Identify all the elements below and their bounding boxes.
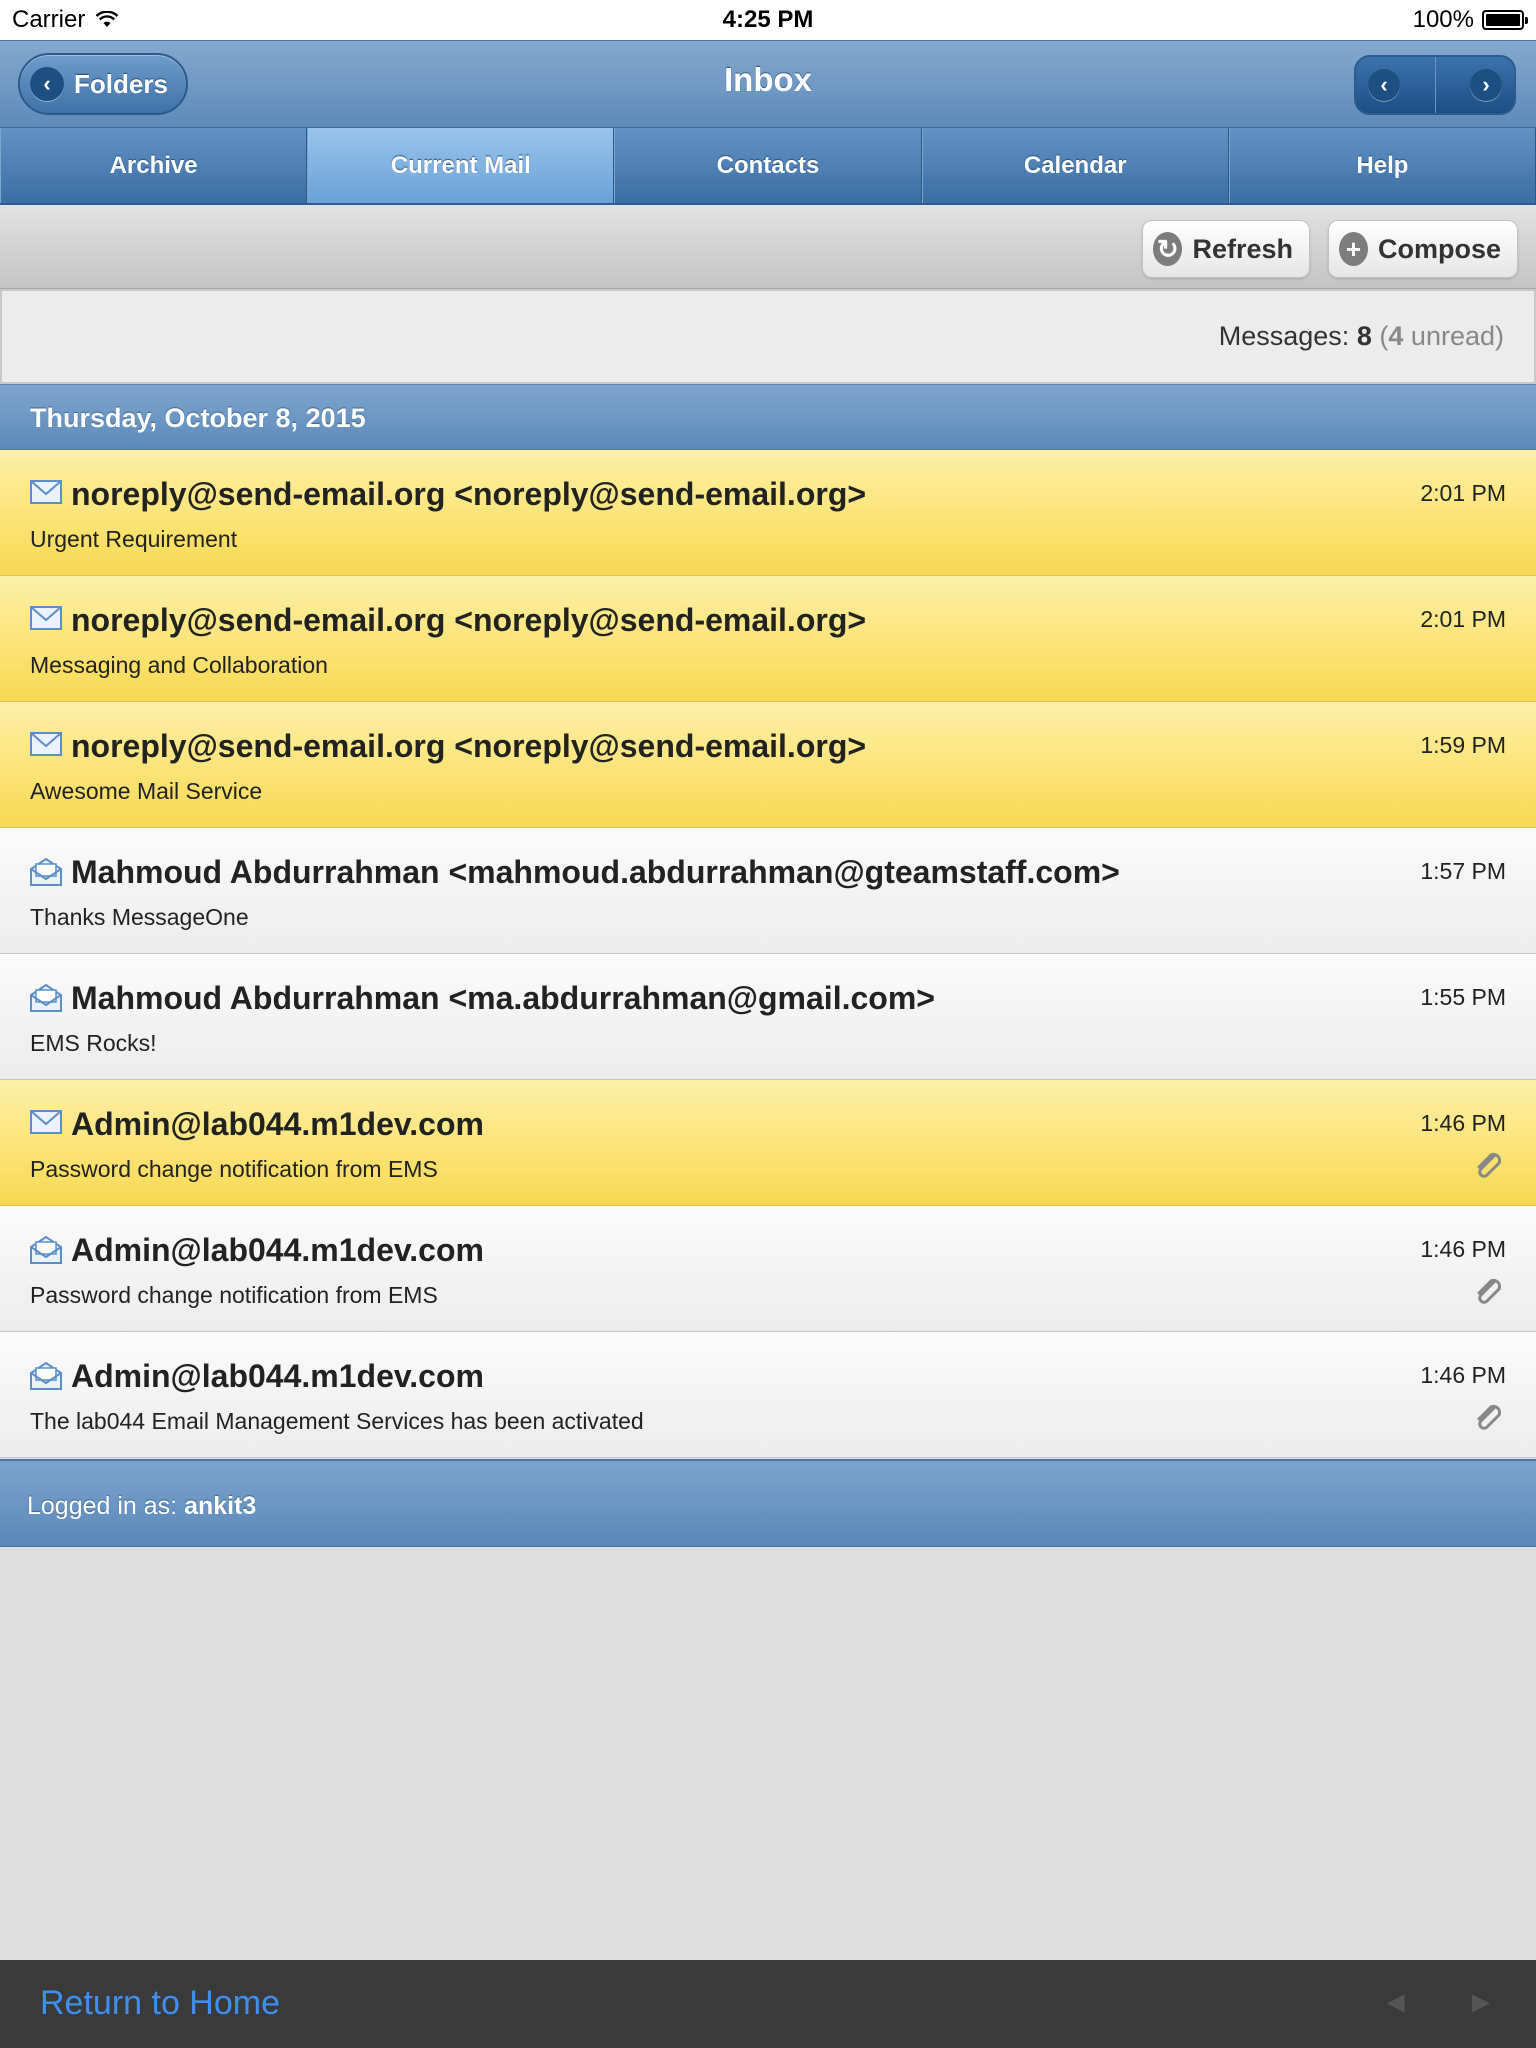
bottom-nav-arrows: ◄ ► (1381, 1986, 1496, 2020)
message-sender: Mahmoud Abdurrahman <ma.abdurrahman@gmai… (71, 980, 935, 1016)
message-row[interactable]: noreply@send-email.org <noreply@send-ema… (0, 702, 1536, 828)
battery-icon (1482, 10, 1528, 30)
message-sender: Admin@lab044.m1dev.com (71, 1232, 484, 1268)
forward-arrow-icon[interactable]: ► (1466, 1986, 1496, 2020)
battery-percent: 100% (1412, 6, 1474, 33)
message-time: 2:01 PM (1420, 480, 1506, 506)
message-count: Messages: 8 (4 unread) (1219, 321, 1504, 352)
unread-word: unread (1410, 321, 1495, 351)
message-subject: Password change notification from EMS (30, 1156, 438, 1182)
envelope-open-icon (30, 983, 62, 1012)
unread-summary: (4 unread) (1379, 321, 1504, 351)
chevron-right-icon: › (1470, 69, 1502, 101)
message-subject: Urgent Requirement (30, 526, 238, 552)
compose-button[interactable]: + Compose (1328, 220, 1518, 278)
clock: 4:25 PM (722, 6, 814, 33)
message-time: 2:01 PM (1420, 606, 1506, 632)
message-time: 1:59 PM (1420, 732, 1506, 758)
message-count-bar: Messages: 8 (4 unread) (0, 289, 1536, 384)
message-sender: noreply@send-email.org <noreply@send-ema… (71, 602, 867, 638)
refresh-label: Refresh (1192, 233, 1293, 264)
message-time: 1:55 PM (1420, 984, 1506, 1010)
message-subject: Messaging and Collaboration (30, 652, 328, 678)
tab-contacts[interactable]: Contacts (614, 128, 922, 203)
header-bar: ‹ Folders Inbox ‹ › (0, 40, 1536, 128)
chevron-left-icon: ‹ (1368, 69, 1400, 101)
message-time: 1:46 PM (1420, 1236, 1506, 1262)
paperclip-icon (1472, 1402, 1506, 1436)
battery-indicator: 100% (1412, 6, 1528, 34)
message-subject: Password change notification from EMS (30, 1282, 438, 1308)
message-sender: noreply@send-email.org <noreply@send-ema… (71, 728, 867, 764)
envelope-closed-icon (30, 732, 62, 756)
message-time: 1:46 PM (1420, 1362, 1506, 1388)
login-status-bar: Logged in as: ankit3 (0, 1459, 1536, 1547)
message-row[interactable]: Mahmoud Abdurrahman <ma.abdurrahman@gmai… (0, 954, 1536, 1080)
message-row[interactable]: noreply@send-email.org <noreply@send-ema… (0, 576, 1536, 702)
count-prefix: Messages: (1218, 321, 1350, 351)
message-time: 1:57 PM (1420, 858, 1506, 884)
refresh-icon: ↻ (1153, 232, 1183, 266)
message-row[interactable]: Admin@lab044.m1dev.com Password change n… (0, 1080, 1536, 1206)
back-arrow-icon[interactable]: ◄ (1381, 1986, 1411, 2020)
message-row[interactable]: noreply@send-email.org <noreply@send-ema… (0, 450, 1536, 576)
total-count: 8 (1356, 321, 1372, 351)
message-subject: Thanks MessageOne (30, 904, 249, 930)
message-subject: Awesome Mail Service (30, 778, 263, 804)
login-user: ankit3 (184, 1492, 257, 1520)
envelope-open-icon (30, 857, 62, 886)
previous-button[interactable]: ‹ (1356, 57, 1436, 113)
tab-bar: Archive Current Mail Contacts Calendar H… (0, 128, 1536, 205)
page-title: Inbox (724, 61, 812, 98)
message-pager: ‹ › (1354, 55, 1516, 115)
return-home-link[interactable]: Return to Home (40, 1984, 280, 2023)
message-row[interactable]: Admin@lab044.m1dev.com The lab044 Email … (0, 1332, 1536, 1458)
login-prefix: Logged in as: (27, 1492, 178, 1520)
next-button[interactable]: › (1436, 57, 1515, 113)
message-list: noreply@send-email.org <noreply@send-ema… (0, 450, 1536, 1458)
message-subject: The lab044 Email Management Services has… (30, 1408, 644, 1434)
message-time: 1:46 PM (1420, 1110, 1506, 1136)
message-sender: Admin@lab044.m1dev.com (71, 1106, 484, 1142)
unread-count: 4 (1388, 321, 1404, 351)
compose-label: Compose (1377, 233, 1501, 264)
envelope-closed-icon (30, 606, 62, 630)
plus-icon: + (1339, 232, 1368, 266)
status-bar: Carrier 4:25 PM 100% (0, 0, 1536, 40)
message-row[interactable]: Mahmoud Abdurrahman <mahmoud.abdurrahman… (0, 828, 1536, 954)
envelope-open-icon (30, 1361, 62, 1390)
envelope-open-icon (30, 1235, 62, 1264)
message-subject: EMS Rocks! (30, 1030, 157, 1056)
tab-help[interactable]: Help (1228, 128, 1536, 203)
toolbar: ↻ Refresh + Compose (0, 205, 1536, 289)
tab-current-mail[interactable]: Current Mail (307, 128, 615, 203)
tab-archive[interactable]: Archive (0, 128, 308, 203)
date-group-header: Thursday, October 8, 2015 (0, 384, 1536, 450)
message-row[interactable]: Admin@lab044.m1dev.com Password change n… (0, 1206, 1536, 1332)
paperclip-icon (1472, 1276, 1506, 1310)
message-sender: Mahmoud Abdurrahman <mahmoud.abdurrahman… (71, 854, 1120, 890)
tab-calendar[interactable]: Calendar (921, 128, 1229, 203)
message-sender: noreply@send-email.org <noreply@send-ema… (71, 476, 867, 512)
envelope-closed-icon (30, 1110, 62, 1134)
refresh-button[interactable]: ↻ Refresh (1142, 220, 1310, 278)
envelope-closed-icon (30, 480, 62, 504)
message-sender: Admin@lab044.m1dev.com (71, 1358, 484, 1394)
paperclip-icon (1472, 1150, 1506, 1184)
bottom-bar: Return to Home ◄ ► (0, 1960, 1536, 2048)
